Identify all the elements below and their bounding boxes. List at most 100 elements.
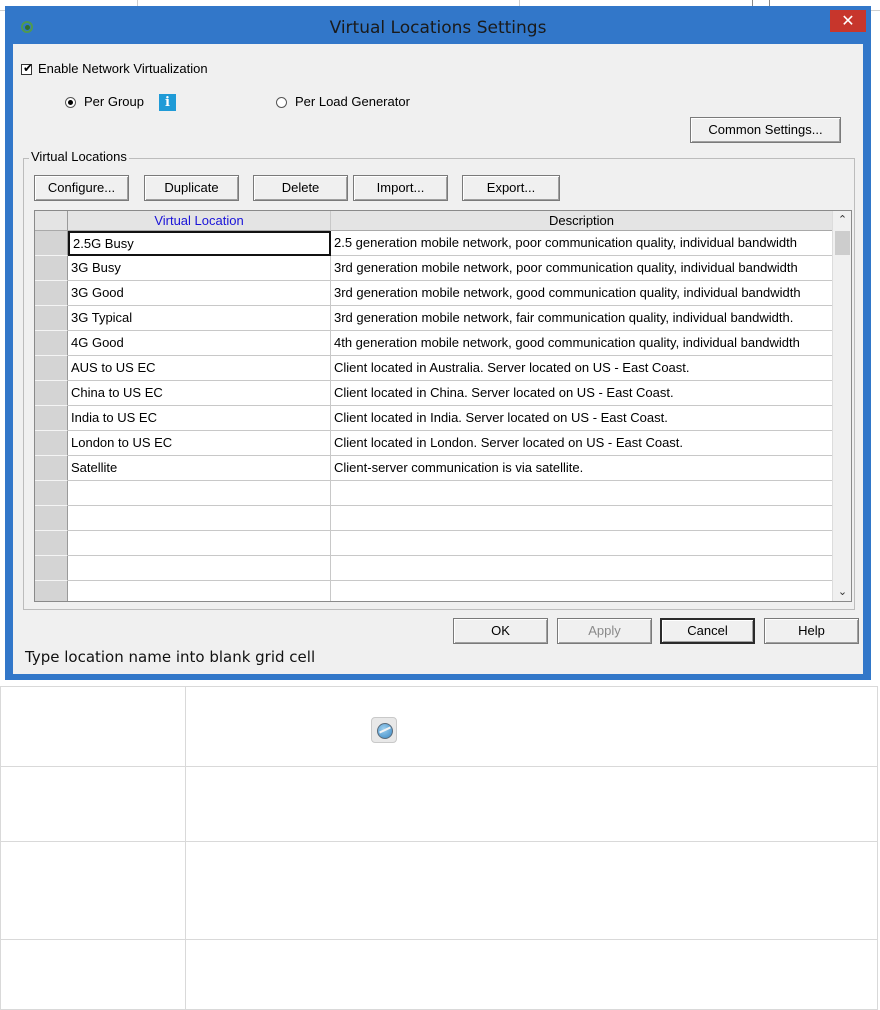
table-cell — [0, 766, 186, 842]
per-group-label: Per Group — [84, 94, 144, 109]
row-header[interactable] — [35, 306, 68, 331]
table-cell — [0, 939, 186, 1010]
virtual-location-cell[interactable]: 2.5G Busy — [68, 231, 331, 256]
delete-button[interactable]: Delete — [253, 175, 348, 201]
virtual-location-cell[interactable]: 4G Good — [68, 331, 331, 356]
row-header[interactable] — [35, 356, 68, 381]
duplicate-button[interactable]: Duplicate — [144, 175, 239, 201]
virtual-location-cell[interactable] — [68, 581, 331, 601]
import-button[interactable]: Import... — [353, 175, 448, 201]
dialog-body: ✔ Enable Network Virtualization Per Grou… — [13, 44, 863, 674]
scroll-down-icon[interactable]: ⌄ — [833, 583, 851, 601]
apply-button[interactable]: Apply — [557, 618, 652, 644]
description-cell[interactable] — [331, 506, 833, 531]
table-cell — [185, 766, 878, 842]
description-cell[interactable] — [331, 556, 833, 581]
table-row: London to US EC Client located in London.… — [35, 431, 833, 456]
virtual-location-cell[interactable]: Satellite — [68, 456, 331, 481]
row-header[interactable] — [35, 506, 68, 531]
export-button[interactable]: Export... — [462, 175, 560, 201]
virtual-location-cell[interactable] — [68, 506, 331, 531]
info-icon[interactable]: i — [159, 94, 176, 111]
scrollbar-thumb[interactable] — [835, 231, 850, 255]
description-cell[interactable] — [331, 581, 833, 601]
virtual-location-cell[interactable]: China to US EC — [68, 381, 331, 406]
dialog-title: Virtual Locations Settings — [329, 18, 547, 38]
virtual-locations-dialog: Virtual Locations Settings ✕ ✔ Enable Ne… — [5, 6, 871, 680]
ok-button[interactable]: OK — [453, 618, 548, 644]
table-cell — [0, 686, 186, 767]
table-row — [35, 506, 833, 531]
virtual-location-cell[interactable]: London to US EC — [68, 431, 331, 456]
description-cell[interactable] — [331, 531, 833, 556]
grid-vertical-scrollbar[interactable]: ⌃ ⌄ — [832, 211, 851, 601]
configure-button[interactable]: Configure... — [34, 175, 129, 201]
row-header[interactable] — [35, 481, 68, 506]
description-cell[interactable]: 3rd generation mobile network, poor comm… — [331, 256, 833, 281]
description-cell[interactable]: Client located in China. Server located … — [331, 381, 833, 406]
table-row: 3G Typical 3rd generation mobile network,… — [35, 306, 833, 331]
column-header-virtual-location[interactable]: Virtual Location — [68, 211, 331, 231]
title-bar[interactable]: Virtual Locations Settings ✕ — [5, 6, 871, 44]
per-load-generator-radio[interactable] — [276, 97, 287, 108]
close-icon[interactable]: ✕ — [830, 10, 866, 32]
table-row: 3G Busy 3rd generation mobile network, po… — [35, 256, 833, 281]
row-header[interactable] — [35, 406, 68, 431]
description-cell[interactable]: Client located in India. Server located … — [331, 406, 833, 431]
grid-corner[interactable] — [35, 211, 68, 231]
virtual-location-cell[interactable]: 3G Busy — [68, 256, 331, 281]
virtual-location-cell[interactable] — [68, 481, 331, 506]
table-cell — [185, 841, 878, 940]
row-header[interactable] — [35, 381, 68, 406]
row-header[interactable] — [35, 281, 68, 306]
scroll-up-icon[interactable]: ⌃ — [833, 211, 851, 229]
description-cell[interactable]: 2.5 generation mobile network, poor comm… — [331, 231, 833, 256]
table-row: 2.5G Busy 2.5 generation mobile network, … — [35, 231, 833, 256]
table-row: 3G Good 3rd generation mobile network, go… — [35, 281, 833, 306]
help-button[interactable]: Help — [764, 618, 859, 644]
description-cell[interactable]: 3rd generation mobile network, fair comm… — [331, 306, 833, 331]
row-header[interactable] — [35, 331, 68, 356]
row-header[interactable] — [35, 256, 68, 281]
description-cell[interactable]: Client-server communication is via satel… — [331, 456, 833, 481]
description-cell[interactable]: Client located in Australia. Server loca… — [331, 356, 833, 381]
virtual-locations-group-label: Virtual Locations — [29, 149, 129, 164]
common-settings-button[interactable]: Common Settings... — [690, 117, 841, 143]
background-table — [0, 686, 878, 1010]
cancel-button[interactable]: Cancel — [660, 618, 755, 644]
check-mark-icon: ✔ — [23, 61, 34, 75]
row-header[interactable] — [35, 456, 68, 481]
virtual-location-cell[interactable]: 3G Good — [68, 281, 331, 306]
table-cell — [185, 939, 878, 1010]
virtual-location-cell[interactable]: 3G Typical — [68, 306, 331, 331]
virtual-location-cell[interactable] — [68, 531, 331, 556]
description-cell[interactable]: 4th generation mobile network, good comm… — [331, 331, 833, 356]
virtual-location-cell[interactable]: India to US EC — [68, 406, 331, 431]
description-cell[interactable]: 3rd generation mobile network, good comm… — [331, 281, 833, 306]
column-header-description[interactable]: Description — [331, 211, 833, 231]
table-row: 4G Good 4th generation mobile network, go… — [35, 331, 833, 356]
per-load-generator-label: Per Load Generator — [295, 94, 410, 109]
virtual-location-cell[interactable] — [68, 556, 331, 581]
row-header[interactable] — [35, 431, 68, 456]
row-header[interactable] — [35, 231, 68, 256]
enable-network-virtualization-checkbox[interactable]: ✔ — [21, 61, 34, 75]
table-row — [35, 581, 833, 601]
row-header[interactable] — [35, 531, 68, 556]
table-row: China to US EC Client located in China. S… — [35, 381, 833, 406]
virtual-location-cell[interactable]: AUS to US EC — [68, 356, 331, 381]
row-header[interactable] — [35, 556, 68, 581]
table-row: Satellite Client-server communication is … — [35, 456, 833, 481]
table-row: AUS to US EC Client located in Australia.… — [35, 356, 833, 381]
table-row — [35, 556, 833, 581]
table-row — [35, 531, 833, 556]
grid-header-row: Virtual Location Description — [35, 211, 833, 231]
description-cell[interactable]: Client located in London. Server located… — [331, 431, 833, 456]
table-row — [35, 481, 833, 506]
per-group-radio[interactable] — [65, 97, 76, 108]
virtual-locations-grid[interactable]: Virtual Location Description 2.5G Busy 2.… — [34, 210, 852, 602]
table-cell — [185, 686, 878, 767]
description-cell[interactable] — [331, 481, 833, 506]
status-text: Type location name into blank grid cell — [25, 648, 316, 666]
row-header[interactable] — [35, 581, 68, 601]
